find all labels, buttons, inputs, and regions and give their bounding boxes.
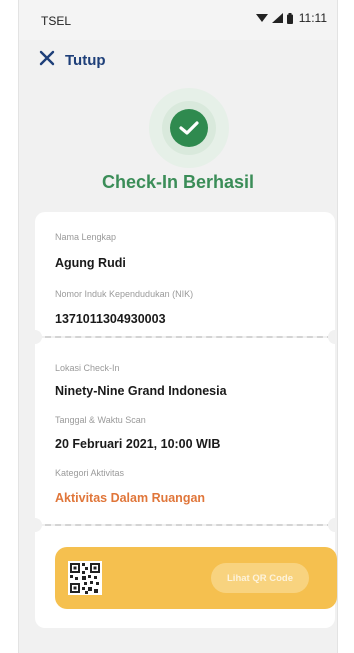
status-icons: 11:11 [255, 11, 327, 25]
close-icon[interactable] [39, 50, 55, 71]
category-value: Aktivitas Dalam Ruangan [55, 491, 206, 505]
ticket-notch [28, 518, 42, 532]
signal-icon [271, 13, 283, 23]
check-icon [170, 109, 208, 147]
wifi-icon [255, 13, 268, 23]
qr-code-icon [68, 561, 102, 595]
battery-icon [286, 12, 293, 24]
ticket-divider [45, 524, 333, 526]
ticket-notch [328, 330, 337, 344]
datetime-value: 20 Februari 2021, 10:00 WIB [55, 437, 221, 451]
carrier-label: TSEL [41, 14, 72, 28]
phone-screen: TSEL 11:11 Tutup Check-In Berhasil Nama … [18, 0, 338, 653]
ticket-divider [45, 336, 333, 338]
view-qr-code-button[interactable]: Lihat QR Code [211, 563, 309, 593]
close-button[interactable]: Tutup [39, 50, 106, 71]
ticket-notch [28, 330, 42, 344]
success-badge [149, 88, 229, 168]
clock: 11:11 [298, 11, 327, 25]
status-bar: TSEL 11:11 [19, 0, 337, 40]
success-title: Check-In Berhasil [101, 172, 255, 192]
close-label[interactable]: Tutup [65, 52, 106, 69]
location-value: Ninety-Nine Grand Indonesia [55, 384, 227, 398]
ticket-notch [328, 518, 337, 532]
location-label: Lokasi Check-In [55, 363, 120, 373]
name-label: Nama Lengkap [55, 232, 117, 242]
name-value: Agung Rudi [55, 256, 126, 270]
category-label: Kategori Aktivitas [55, 468, 125, 478]
nik-value: 1371011304930003 [55, 312, 166, 326]
success-badge-ring [162, 101, 216, 155]
datetime-label: Tanggal & Waktu Scan [55, 415, 146, 425]
qr-banner: Lihat QR Code [55, 547, 337, 609]
nik-label: Nomor Induk Kependudukan (NIK) [55, 289, 194, 299]
